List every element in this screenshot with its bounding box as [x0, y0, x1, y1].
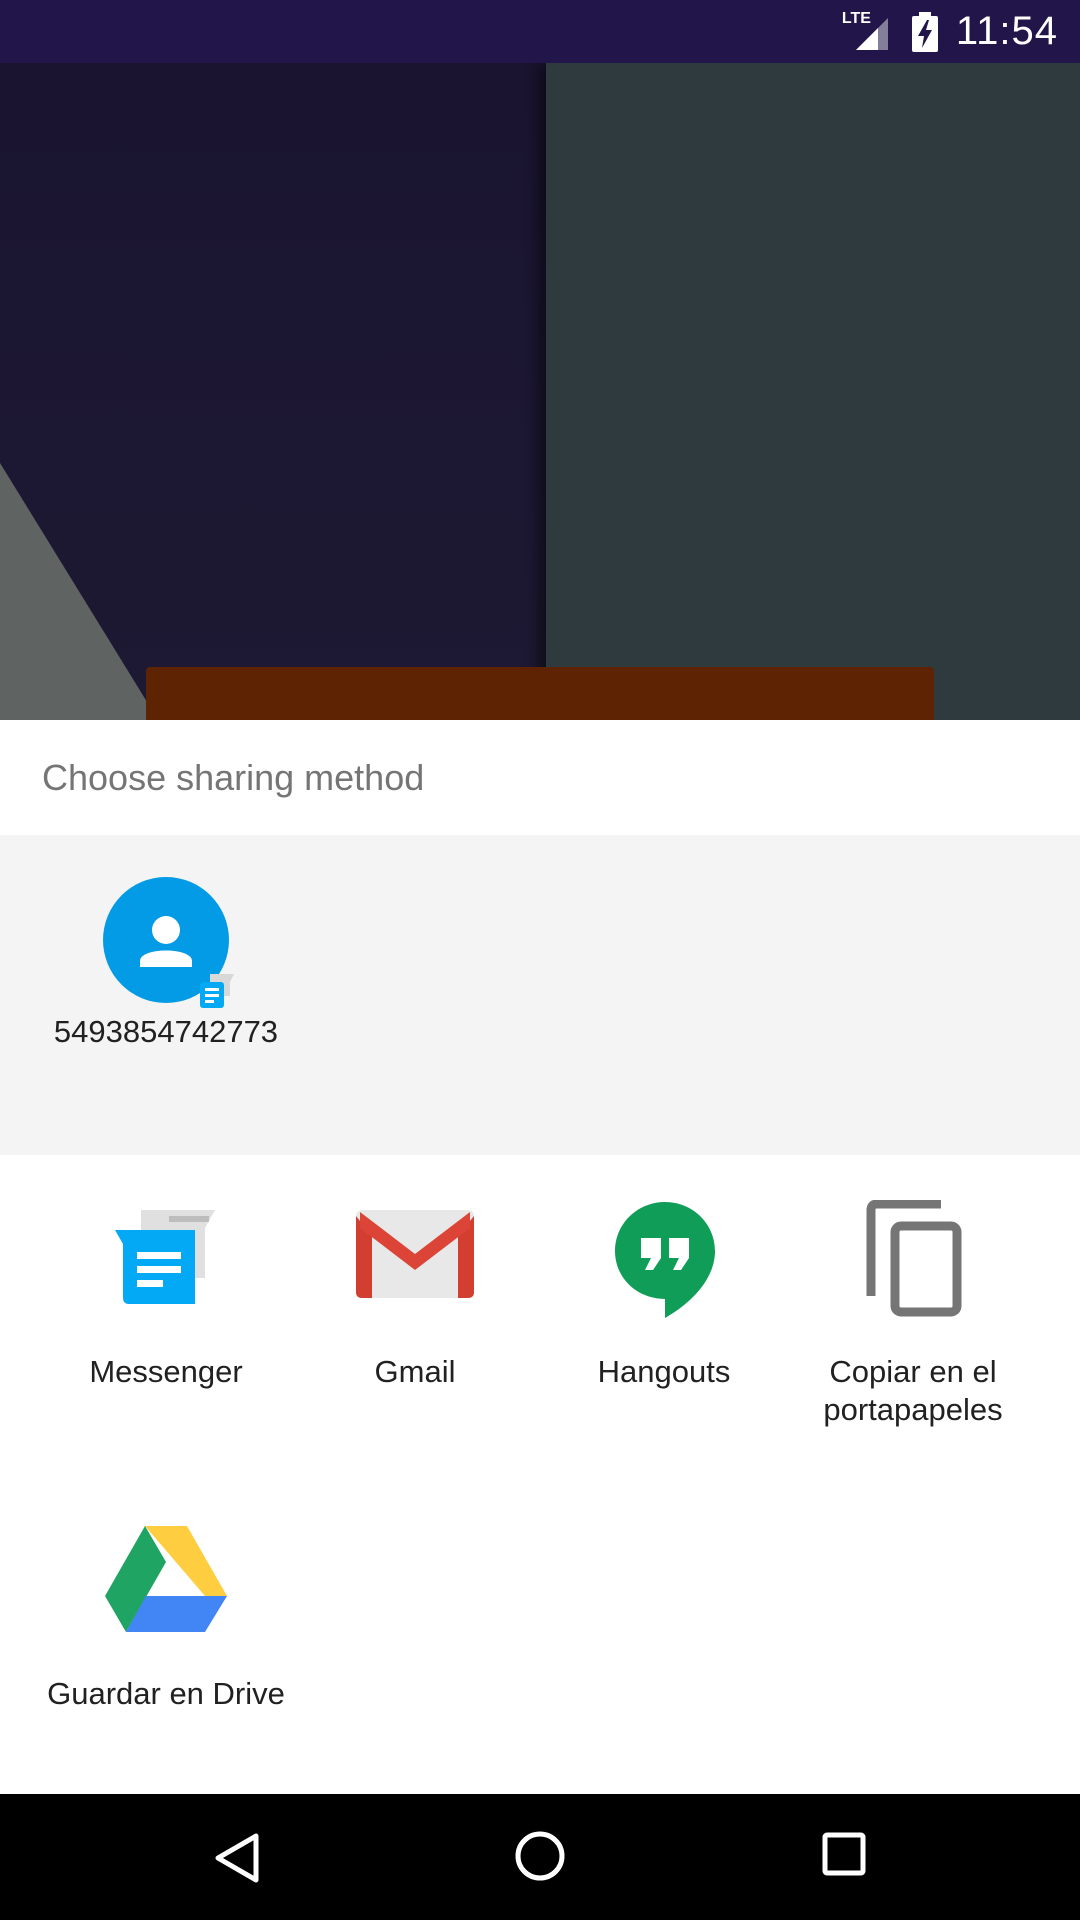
- drive-icon: [105, 1524, 227, 1632]
- share-target-gmail[interactable]: Gmail: [290, 1200, 540, 1430]
- background-app: [0, 63, 1080, 720]
- messenger-badge-icon: [198, 972, 236, 1010]
- messenger-label: Messenger: [89, 1354, 243, 1389]
- direct-share-contact[interactable]: 5493854742773: [41, 877, 291, 1097]
- share-target-hangouts[interactable]: Hangouts: [539, 1200, 789, 1430]
- recents-icon[interactable]: [822, 1832, 866, 1876]
- contact-label: 5493854742773: [53, 1014, 279, 1049]
- share-sheet: Choose sharing method 5493854742773 Mess…: [0, 720, 1080, 1794]
- status-bar: LTE 11:54: [0, 0, 1080, 63]
- share-target-drive[interactable]: Guardar en Drive: [41, 1522, 291, 1752]
- hangouts-label: Hangouts: [597, 1354, 731, 1389]
- android-screen: LTE 11:54 Choose sharing method 54938547…: [0, 0, 1080, 1920]
- share-sheet-title: Choose sharing method: [42, 757, 425, 798]
- gmail-label: Gmail: [374, 1354, 456, 1389]
- share-target-messenger[interactable]: Messenger: [41, 1200, 291, 1430]
- copy-label-line1: Copiar en el: [829, 1354, 997, 1389]
- navigation-bar: [0, 1794, 1080, 1920]
- messenger-icon: [107, 1200, 225, 1318]
- drive-label: Guardar en Drive: [47, 1676, 285, 1711]
- home-icon[interactable]: [514, 1830, 566, 1882]
- battery-charging-icon: [911, 11, 938, 52]
- background-right-panel: [546, 63, 1080, 720]
- back-icon[interactable]: [212, 1832, 262, 1884]
- background-button: [146, 667, 934, 720]
- status-time: 11:54: [955, 9, 1058, 53]
- hangouts-icon: [613, 1200, 717, 1320]
- background-shape: [0, 463, 160, 720]
- copy-label-line2: portapapeles: [823, 1392, 1003, 1427]
- status-icons: LTE 11:54: [842, 0, 1058, 63]
- gmail-icon: [356, 1206, 474, 1304]
- share-target-copy-clipboard[interactable]: Copiar en el portapapeles: [788, 1199, 1038, 1440]
- copy-icon: [859, 1199, 967, 1318]
- lte-signal-icon: LTE: [842, 10, 894, 52]
